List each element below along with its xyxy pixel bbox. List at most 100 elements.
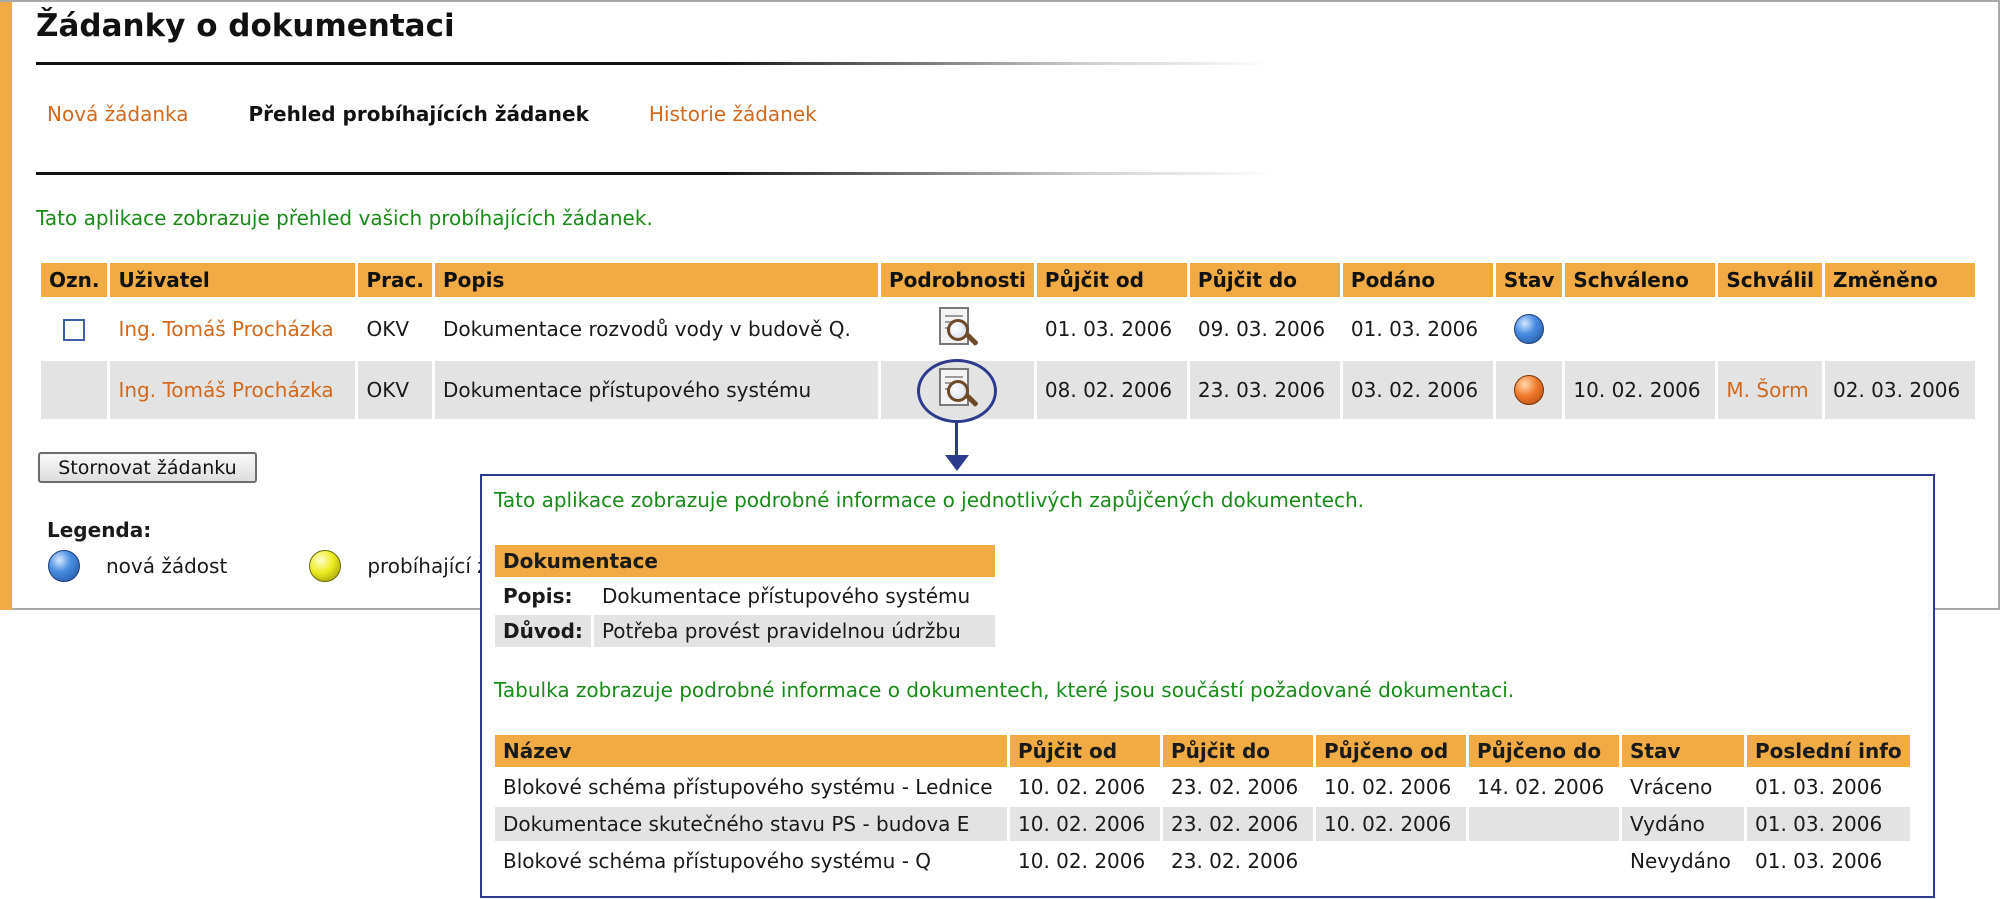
documentation-header-row: Dokumentace [495, 545, 995, 577]
field-label-reason: Důvod: [495, 615, 591, 647]
user-link[interactable]: Ing. Tomáš Procházka [118, 378, 333, 402]
doc-status: Nevydáno [1630, 849, 1731, 873]
submitted-cell: 01. 03. 2006 [1350, 317, 1479, 341]
docs-header-row: Název Půjčit od Půjčit do Půjčeno od Půj… [495, 735, 1910, 767]
docs-row: Blokové schéma přístupového systému - Q … [495, 844, 1910, 878]
tab-bar: Nová žádanka Přehled probíhajících žádan… [47, 102, 877, 126]
dept-cell: OKV [358, 361, 432, 419]
description-cell: Dokumentace přístupového systému [434, 361, 878, 419]
intro-text: Tato aplikace zobrazuje přehled vašich p… [36, 206, 653, 230]
doc-borrow-to: 23. 02. 2006 [1171, 849, 1299, 873]
doc-lent-from [1316, 844, 1466, 878]
details-magnifier-icon[interactable] [935, 305, 980, 353]
field-row: Popis: Dokumentace přístupového systému [495, 580, 995, 612]
doc-lent-to [1469, 844, 1619, 878]
col-header-mark: Ozn. [41, 263, 108, 297]
legend-label-new: nová žádost [106, 554, 228, 578]
tabs-divider [36, 172, 1273, 175]
changed-cell [1825, 300, 1975, 358]
title-divider [36, 62, 1273, 65]
approver-cell [1718, 300, 1822, 358]
user-cell: Ing. Tomáš Procházka [110, 361, 356, 419]
borrow-to-cell: 09. 03. 2006 [1197, 317, 1326, 341]
doc-lent-from: 10. 02. 2006 [1316, 807, 1466, 841]
status-cell [1495, 361, 1563, 419]
docs-col-lent-to: Půjčeno do [1469, 735, 1619, 767]
doc-status: Vráceno [1630, 775, 1713, 799]
callout-arrow-head [945, 455, 969, 471]
doc-name: Dokumentace skutečného stavu PS - budova… [495, 807, 1007, 841]
col-header-borrow-from: Půjčit od [1036, 263, 1187, 297]
tab-ongoing-requests[interactable]: Přehled probíhajících žádanek [249, 102, 589, 126]
col-header-status: Stav [1495, 263, 1563, 297]
docs-col-last-info: Poslední info [1747, 735, 1910, 767]
doc-status: Vydáno [1622, 807, 1744, 841]
row-checkbox[interactable] [63, 319, 86, 342]
docs-col-status: Stav [1622, 735, 1744, 767]
callout-highlight-ring [917, 359, 997, 423]
col-header-changed: Změněno [1825, 263, 1976, 297]
doc-name: Blokové schéma přístupového systému - Q [503, 849, 932, 873]
field-value-description: Dokumentace přístupového systému [601, 584, 971, 608]
doc-name: Blokové schéma přístupového systému - Le… [503, 775, 993, 799]
approved-cell: 10. 02. 2006 [1565, 361, 1716, 419]
doc-borrow-from: 10. 02. 2006 [1010, 807, 1160, 841]
details-popup: Tato aplikace zobrazuje podrobné informa… [480, 474, 1935, 898]
doc-last-info: 01. 03. 2006 [1755, 775, 1883, 799]
documents-table: Název Půjčit od Půjčit do Půjčeno od Půj… [492, 732, 1913, 881]
col-header-dept: Prac. [358, 263, 432, 297]
page-title: Žádanky o dokumentaci [36, 8, 455, 44]
status-orange-ball-icon [1514, 375, 1545, 405]
doc-borrow-from: 10. 02. 2006 [1018, 849, 1146, 873]
col-header-borrow-to: Půjčit do [1189, 263, 1340, 297]
doc-borrow-to: 23. 02. 2006 [1163, 807, 1313, 841]
status-cell [1496, 300, 1563, 358]
legend-blue-ball-icon [48, 550, 80, 582]
callout-arrow-line [955, 423, 958, 459]
docs-row: Blokové schéma přístupového systému - Le… [495, 770, 1910, 804]
borrow-from-cell: 08. 02. 2006 [1036, 361, 1187, 419]
popup-intro-text: Tato aplikace zobrazuje podrobné informa… [494, 488, 1365, 512]
doc-borrow-from: 10. 02. 2006 [1018, 775, 1146, 799]
table-row: Ing. Tomáš Procházka OKV Dokumentace roz… [41, 300, 1975, 358]
user-link[interactable]: Ing. Tomáš Procházka [118, 317, 333, 341]
user-cell: Ing. Tomáš Procházka [110, 300, 355, 358]
field-label-description: Popis: [503, 584, 573, 608]
tab-new-request[interactable]: Nová žádanka [47, 102, 189, 126]
doc-last-info: 01. 03. 2006 [1747, 807, 1910, 841]
approved-cell [1565, 300, 1715, 358]
docs-col-borrow-to: Půjčit do [1163, 735, 1313, 767]
changed-cell: 02. 03. 2006 [1825, 361, 1976, 419]
requests-table: Ozn. Uživatel Prac. Popis Podrobnosti Pů… [38, 260, 1978, 422]
docs-row: Dokumentace skutečného stavu PS - budova… [495, 807, 1910, 841]
docs-col-name: Název [495, 735, 1007, 767]
dept-cell: OKV [366, 317, 410, 341]
description-cell: Dokumentace rozvodů vody v budově Q. [442, 317, 851, 341]
popup-docs-intro-text: Tabulka zobrazuje podrobné informace o d… [494, 678, 1515, 702]
doc-last-info: 01. 03. 2006 [1755, 849, 1883, 873]
documentation-info-table: Dokumentace Popis: Dokumentace přístupov… [492, 542, 998, 650]
field-value-reason: Potřeba provést pravidelnou údržbu [593, 615, 995, 647]
tab-request-history[interactable]: Historie žádanek [649, 102, 817, 126]
col-header-approved: Schváleno [1565, 263, 1716, 297]
doc-lent-to: 14. 02. 2006 [1477, 775, 1605, 799]
legend-yellow-ball-icon [309, 550, 342, 582]
approver-link[interactable]: M. Šorm [1726, 378, 1808, 402]
row-checkbox-cell [41, 361, 108, 419]
borrow-from-cell: 01. 03. 2006 [1044, 317, 1173, 341]
doc-lent-from: 10. 02. 2006 [1324, 775, 1452, 799]
legend-label-ongoing: probíhající ž [367, 554, 488, 578]
borrow-to-cell: 23. 03. 2006 [1189, 361, 1340, 419]
left-accent-bar [0, 2, 12, 610]
documentation-section-title: Dokumentace [495, 545, 995, 577]
col-header-user: Uživatel [110, 263, 356, 297]
doc-borrow-to: 23. 02. 2006 [1171, 775, 1299, 799]
status-blue-ball-icon [1514, 314, 1545, 344]
details-cell [881, 300, 1034, 358]
row-checkbox-cell [41, 300, 107, 358]
docs-col-lent-from: Půjčeno od [1316, 735, 1466, 767]
approver-cell: M. Šorm [1718, 361, 1823, 419]
cancel-request-button[interactable]: Stornovat žádanku [38, 452, 257, 483]
col-header-details: Podrobnosti [880, 263, 1034, 297]
doc-lent-to [1469, 807, 1619, 841]
